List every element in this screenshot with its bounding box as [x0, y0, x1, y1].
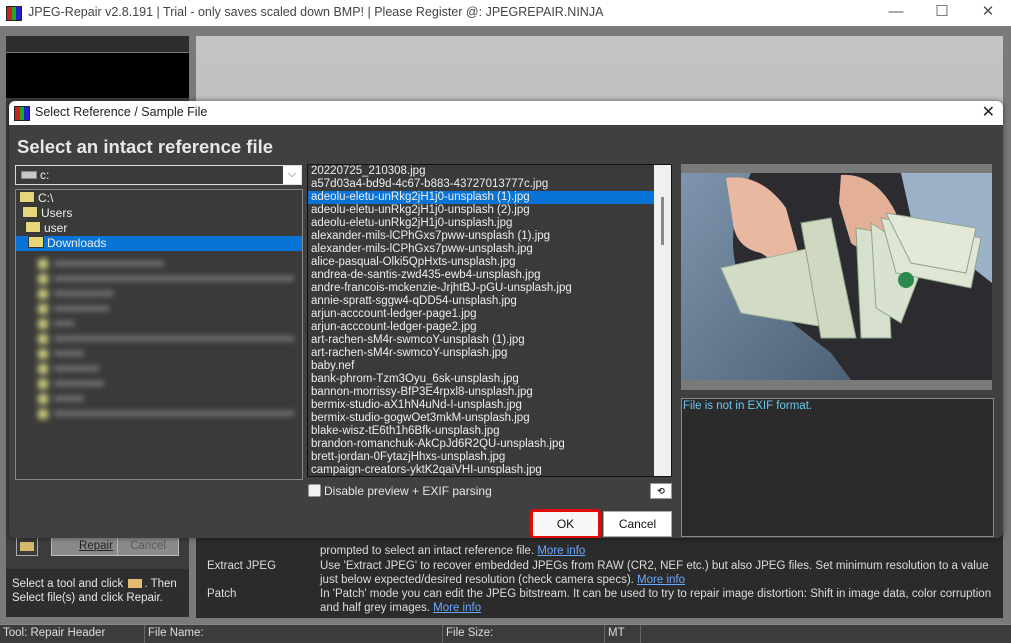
help-panel: prompted to select an intact reference f…	[196, 532, 1003, 618]
help-text-1: Use 'Extract JPEG' to recover embedded J…	[320, 559, 995, 587]
status-bar: Tool: Repair Header File Name: File Size…	[0, 624, 1011, 643]
status-file-size: File Size:	[442, 625, 493, 643]
window-title: JPEG-Repair v2.8.191 | Trial - only save…	[28, 5, 604, 19]
more-info-link[interactable]: More info	[433, 602, 481, 614]
chevron-down-icon[interactable]: ⌵	[283, 166, 301, 184]
dialog-app-icon	[14, 106, 30, 121]
maximize-button[interactable]: ☐	[919, 0, 965, 26]
tree-item-label: Users	[41, 206, 73, 220]
help-label-extract-jpeg: Extract JPEG	[207, 560, 277, 572]
thumbnail-area	[6, 53, 189, 98]
file-list-item[interactable]: annie-spratt-sggw4-qDD54-unsplash.jpg	[308, 295, 655, 308]
app-logo-icon	[6, 6, 22, 21]
dialog-title: Select Reference / Sample File	[35, 105, 208, 119]
blurred-subfolders	[38, 256, 298, 419]
file-list-item[interactable]: blake-wisz-tE6th1h6Bfk-unsplash.jpg	[308, 425, 655, 438]
repair-button-label: Repair	[79, 540, 113, 552]
ok-button[interactable]: OK	[530, 509, 601, 538]
close-window-button[interactable]: ✕	[965, 0, 1011, 26]
tree-item-label: C:\	[38, 191, 54, 205]
exif-info-panel: File is not in EXIF format.	[681, 398, 994, 537]
file-list-item[interactable]: campaign-creators-yktK2qaiVHI-unsplash.j…	[308, 464, 655, 476]
file-list-item[interactable]: bank-phrom-Tzm3Oyu_6sk-unsplash.jpg	[308, 373, 655, 386]
folder-icon	[25, 221, 41, 233]
file-list-item[interactable]: bermix-studio-aX1hN4uNd-I-unsplash.jpg	[308, 399, 655, 412]
status-file-name: File Name:	[144, 625, 204, 643]
file-list-item[interactable]: andrea-de-santis-zwd435-ewb4-unsplash.jp…	[308, 269, 655, 282]
status-extra	[640, 625, 644, 643]
file-list-item[interactable]: adeolu-eletu-unRkg2jH1j0-unsplash.jpg	[308, 217, 655, 230]
folder-icon	[128, 579, 143, 588]
tree-item-label: Downloads	[47, 236, 107, 250]
disable-preview-label: Disable preview + EXIF parsing	[324, 484, 492, 498]
exif-message: File is not in EXIF format.	[683, 400, 813, 412]
file-list-item[interactable]: bermix-studio-gogwOet3mkM-unsplash.jpg	[308, 412, 655, 425]
file-list-scrollbar[interactable]	[654, 164, 672, 477]
folder-icon	[22, 206, 38, 218]
folder-tree[interactable]: C:\ Users user Downloads	[15, 189, 303, 480]
cancel-button[interactable]: Cancel	[603, 511, 672, 537]
file-list-item[interactable]: alexander-mils-lCPhGxs7pww-unsplash.jpg	[308, 243, 655, 256]
file-list-item[interactable]: alexander-mils-lCPhGxs7pww-unsplash (1).…	[308, 230, 655, 243]
hint-box: Select a tool and click . Then Select fi…	[6, 569, 189, 617]
dialog-close-button[interactable]: ✕	[982, 102, 995, 122]
drive-select[interactable]: c: ⌵	[15, 165, 302, 185]
file-list-item[interactable]: adeolu-eletu-unRkg2jH1j0-unsplash (2).jp…	[308, 204, 655, 217]
scrollbar-thumb[interactable]	[661, 197, 664, 245]
folder-icon	[19, 191, 35, 203]
file-list-item[interactable]: arjun-acccount-ledger-page2.jpg	[308, 321, 655, 334]
file-list[interactable]: 20220725_210308.jpg a57d03a4-bd9d-4c67-b8…	[307, 164, 656, 477]
disable-preview-checkbox[interactable]	[308, 484, 321, 497]
select-reference-dialog: Select Reference / Sample File ✕ Select …	[9, 101, 1003, 538]
refresh-icon[interactable]: ⟲	[650, 483, 672, 499]
tree-item-user[interactable]: user	[25, 221, 299, 236]
more-info-link[interactable]: More info	[537, 545, 585, 557]
left-panel-header	[6, 36, 189, 53]
cancel-repair-button[interactable]: Cancel	[117, 536, 179, 556]
hint-line-1-end: . Then	[144, 578, 177, 590]
file-list-item[interactable]: andre-francois-mckenzie-JrjhtBJ-pGU-unsp…	[308, 282, 655, 295]
help-text-0: prompted to select an intact reference f…	[320, 544, 995, 558]
dialog-heading: Select an intact reference file	[17, 136, 274, 157]
status-tool: Tool: Repair Header	[3, 627, 106, 639]
window-titlebar: JPEG-Repair v2.8.191 | Trial - only save…	[0, 0, 1011, 26]
file-list-item[interactable]: brandon-romanchuk-AkCpJd6R2QU-unsplash.j…	[308, 438, 655, 451]
drive-icon	[21, 171, 37, 179]
tree-item-users[interactable]: Users	[22, 206, 299, 221]
file-list-item[interactable]: art-rachen-sM4r-swmcoY-unsplash (1).jpg	[308, 334, 655, 347]
tree-item-downloads[interactable]: Downloads	[16, 236, 302, 251]
file-list-item[interactable]: adeolu-eletu-unRkg2jH1j0-unsplash (1).jp…	[308, 191, 655, 204]
file-list-item[interactable]: 20220725_210308.jpg	[308, 165, 655, 178]
help-label-patch: Patch	[207, 588, 237, 600]
open-folder-button[interactable]	[16, 536, 38, 556]
file-list-item[interactable]: brett-jordan-0FytazjHhxs-unsplash.jpg	[308, 451, 655, 464]
more-info-link[interactable]: More info	[637, 574, 685, 586]
folder-icon	[28, 236, 44, 248]
tree-item-c-drive[interactable]: C:\	[19, 191, 299, 206]
image-preview	[681, 164, 992, 390]
status-mt: MT	[604, 625, 625, 643]
file-list-item[interactable]: alice-pasqual-Olki5QpHxts-unsplash.jpg	[308, 256, 655, 269]
help-text-2: In 'Patch' mode you can edit the JPEG bi…	[320, 587, 995, 615]
file-list-item[interactable]: baby.nef	[308, 360, 655, 373]
tree-item-label: user	[44, 221, 68, 235]
minimize-button[interactable]: —	[873, 0, 919, 26]
drive-value: c:	[40, 168, 50, 182]
file-list-item[interactable]: bannon-morrissy-BfP3E4rpxl8-unsplash.jpg	[308, 386, 655, 399]
hint-line-1: Select a tool and click	[12, 578, 124, 590]
file-list-item[interactable]: arjun-acccount-ledger-page1.jpg	[308, 308, 655, 321]
file-list-item[interactable]: a57d03a4-bd9d-4c67-b883-43727013777c.jpg	[308, 178, 655, 191]
file-list-item[interactable]: art-rachen-sM4r-swmcoY-unsplash.jpg	[308, 347, 655, 360]
hint-line-2: Select file(s) and click Repair.	[12, 592, 163, 604]
help-desc: prompted to select an intact reference f…	[320, 545, 538, 557]
preview-photo	[681, 173, 992, 380]
help-desc: In 'Patch' mode you can edit the JPEG bi…	[320, 588, 992, 614]
dialog-titlebar: Select Reference / Sample File ✕	[9, 101, 1003, 125]
